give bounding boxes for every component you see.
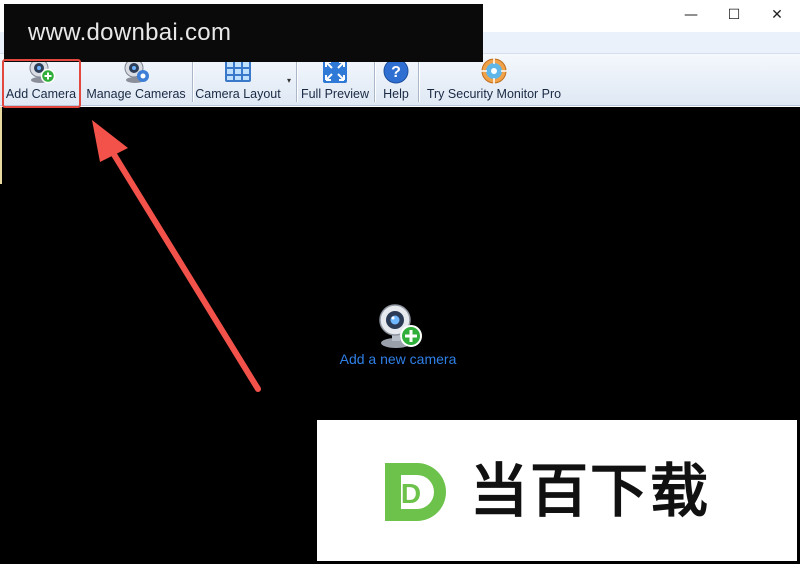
watermark-banner: www.downbai.com [4,4,483,62]
full-preview-button[interactable]: Full Preview [300,56,370,104]
try-pro-button[interactable]: Try Security Monitor Pro [422,56,566,104]
brand-logo-icon: D [381,459,461,529]
manage-cameras-label: Manage Cameras [86,87,186,101]
watermark-logo-panel: D 当百下载 [317,420,797,561]
camera-layout-dropdown-icon[interactable]: ▾ [287,76,291,85]
help-button[interactable]: ? Help [378,56,414,104]
help-label: Help [383,87,409,101]
svg-text:?: ? [391,64,401,81]
toolbar-divider [192,60,193,102]
minimize-button[interactable]: — [676,4,706,26]
target-icon [479,56,509,86]
manage-cameras-button[interactable]: Manage Cameras [86,56,186,104]
camera-layout-button[interactable]: Camera Layout [195,56,281,104]
close-button[interactable]: ✕ [762,4,792,26]
maximize-button[interactable]: ☐ [719,4,749,26]
toolbar-divider [418,60,419,102]
brand-text: 当百下载 [470,457,711,525]
try-pro-label: Try Security Monitor Pro [426,87,562,101]
toolbar-divider [374,60,375,102]
full-preview-label: Full Preview [300,87,370,101]
toolbar-divider [296,60,297,102]
camera-layout-label: Camera Layout [195,87,281,101]
viewport-edge [0,107,2,184]
watermark-url: www.downbai.com [28,19,232,46]
add-new-camera-link[interactable]: Add a new camera [300,351,496,367]
add-camera-center-icon[interactable] [374,303,424,351]
svg-text:D: D [401,478,421,509]
highlight-box [2,59,81,108]
